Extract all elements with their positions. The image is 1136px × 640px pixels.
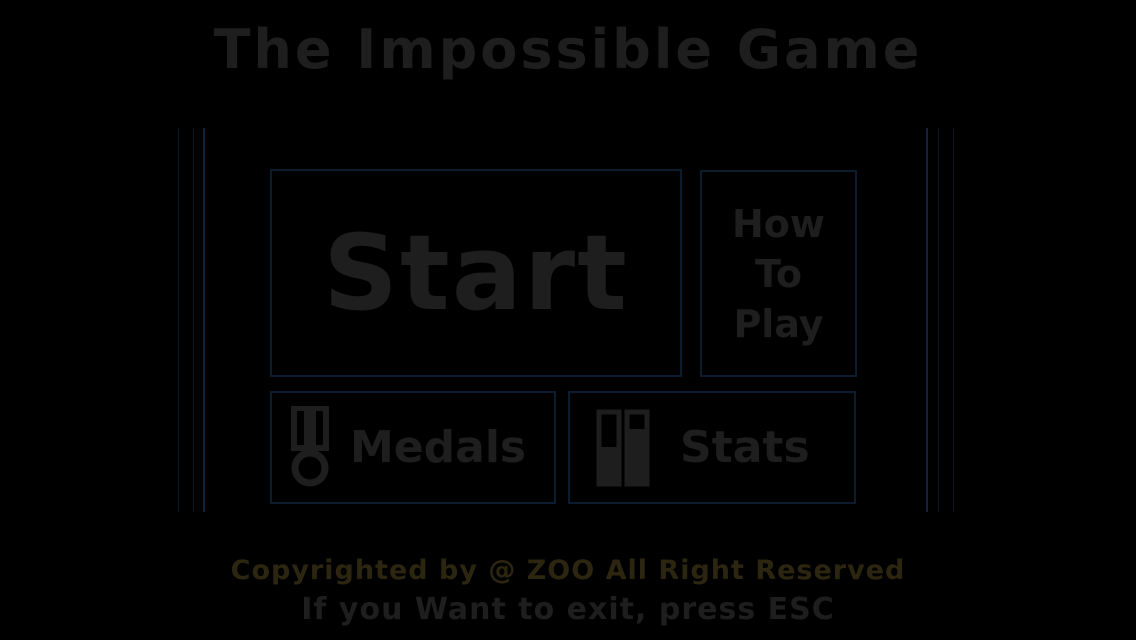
exit-hint: If you Want to exit, press ESC <box>301 592 835 627</box>
game-title: The Impossible Game <box>213 18 923 81</box>
how-to-play-line-3: Play <box>733 301 824 346</box>
how-to-play-line-1: How <box>731 201 825 246</box>
medal-icon <box>290 404 330 490</box>
medals-label: Medals <box>350 422 527 473</box>
start-button[interactable]: Start <box>270 169 682 377</box>
frame-line-left-outer <box>178 128 179 512</box>
copyright-notice: Copyrighted by @ ZOO All Right Reserved <box>230 555 906 586</box>
frame-line-left-mid <box>193 128 194 512</box>
frame-line-right-inner <box>926 128 928 512</box>
start-label: Start <box>323 212 629 334</box>
stats-bars-icon <box>596 409 650 487</box>
medals-button[interactable]: Medals <box>270 391 556 504</box>
stats-label: Stats <box>680 422 810 473</box>
stats-button[interactable]: Stats <box>568 391 856 504</box>
how-to-play-line-2: To <box>755 251 802 296</box>
frame-line-right-outer <box>953 128 954 512</box>
frame-line-left-inner <box>203 128 205 512</box>
how-to-play-button[interactable]: How To Play <box>700 170 857 377</box>
frame-line-right-mid <box>938 128 939 512</box>
